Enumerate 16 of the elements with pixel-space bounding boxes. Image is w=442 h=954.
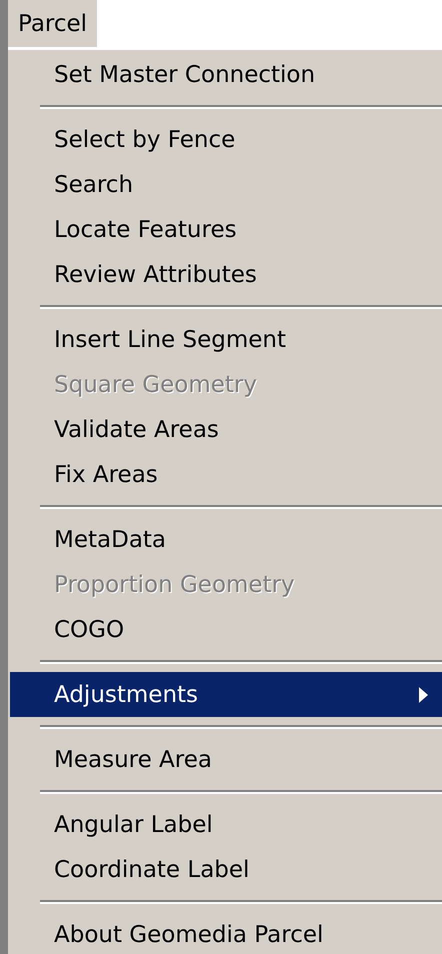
menu-item[interactable]: Insert Line Segment: [10, 317, 442, 362]
menu-item[interactable]: Validate Areas: [10, 407, 442, 452]
menu-item[interactable]: COGO: [10, 607, 442, 652]
menu-item[interactable]: Search: [10, 162, 442, 207]
menu-item[interactable]: Set Master Connection: [10, 52, 442, 97]
menu-item[interactable]: Adjustments: [10, 672, 442, 717]
menu-item[interactable]: Fix Areas: [10, 452, 442, 497]
menu-item[interactable]: Select by Fence: [10, 117, 442, 162]
menu-item[interactable]: Measure Area: [10, 737, 442, 782]
menu-item[interactable]: About Geomedia Parcel: [10, 912, 442, 954]
menu-item[interactable]: Coordinate Label: [10, 847, 442, 892]
menu-item[interactable]: Angular Label: [10, 802, 442, 847]
menu-item[interactable]: MetaData: [10, 517, 442, 562]
menu-title[interactable]: Parcel: [8, 0, 100, 48]
menu-item[interactable]: Locate Features: [10, 207, 442, 252]
menu-item[interactable]: Review Attributes: [10, 252, 442, 297]
